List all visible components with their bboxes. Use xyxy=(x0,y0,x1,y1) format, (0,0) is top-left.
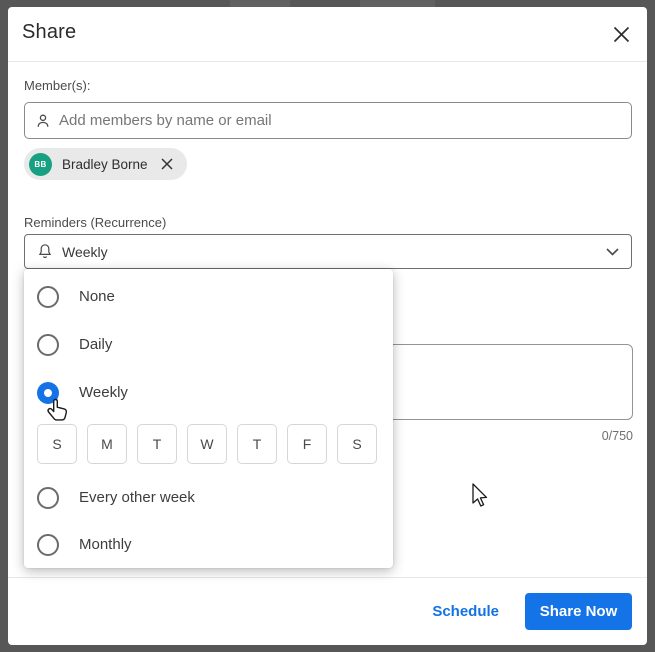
option-weekly[interactable]: Weekly xyxy=(24,369,393,416)
add-members-input[interactable] xyxy=(59,112,621,129)
share-now-button[interactable]: Share Now xyxy=(525,593,632,630)
day-button-sun[interactable]: S xyxy=(37,424,77,464)
option-none[interactable]: None xyxy=(24,273,393,320)
option-every-other-week[interactable]: Every other week xyxy=(24,474,393,521)
dialog-title: Share xyxy=(22,21,77,43)
close-button[interactable] xyxy=(609,22,633,46)
recurrence-select[interactable]: Weekly xyxy=(24,234,632,269)
radio-selected-icon[interactable] xyxy=(37,381,59,404)
option-label: Weekly xyxy=(79,384,128,401)
day-button-sat[interactable]: S xyxy=(337,424,377,464)
radio-icon[interactable] xyxy=(37,533,59,556)
share-dialog: Share Member(s): BB Bradley Borne Remind… xyxy=(8,7,647,645)
radio-icon[interactable] xyxy=(37,333,59,356)
member-input-container xyxy=(24,102,632,139)
recurrence-dropdown-panel: None Daily Weekly S M T W T F S Every ot… xyxy=(24,269,393,568)
dialog-header: Share xyxy=(8,7,647,61)
close-icon xyxy=(161,158,173,170)
backdrop-element xyxy=(230,0,290,7)
day-button-tue[interactable]: T xyxy=(137,424,177,464)
option-label: None xyxy=(79,288,115,305)
weekday-selector: S M T W T F S xyxy=(37,424,377,464)
schedule-button[interactable]: Schedule xyxy=(432,603,499,620)
close-icon xyxy=(613,26,629,42)
bell-icon xyxy=(38,244,52,259)
radio-icon[interactable] xyxy=(37,285,59,308)
day-button-wed[interactable]: W xyxy=(187,424,227,464)
option-label: Daily xyxy=(79,336,113,353)
dialog-footer: Schedule Share Now xyxy=(8,578,647,645)
member-chip-name: Bradley Borne xyxy=(62,156,148,172)
members-label: Member(s): xyxy=(24,78,91,93)
backdrop-element xyxy=(360,0,435,7)
reminders-label: Reminders (Recurrence) xyxy=(24,215,167,230)
day-button-fri[interactable]: F xyxy=(287,424,327,464)
day-button-mon[interactable]: M xyxy=(87,424,127,464)
option-label: Monthly xyxy=(79,536,132,553)
option-label: Every other week xyxy=(79,489,195,506)
arrow-cursor xyxy=(472,483,488,507)
member-chip[interactable]: BB Bradley Borne xyxy=(24,148,187,180)
avatar: BB xyxy=(29,152,52,176)
remove-member-button[interactable] xyxy=(159,156,175,172)
radio-icon[interactable] xyxy=(37,486,59,509)
option-monthly[interactable]: Monthly xyxy=(24,521,393,568)
day-button-thu[interactable]: T xyxy=(237,424,277,464)
person-icon xyxy=(37,114,49,127)
option-daily[interactable]: Daily xyxy=(24,321,393,368)
header-divider xyxy=(8,61,647,62)
chevron-down-icon xyxy=(606,247,619,256)
recurrence-selected-value: Weekly xyxy=(62,243,108,260)
